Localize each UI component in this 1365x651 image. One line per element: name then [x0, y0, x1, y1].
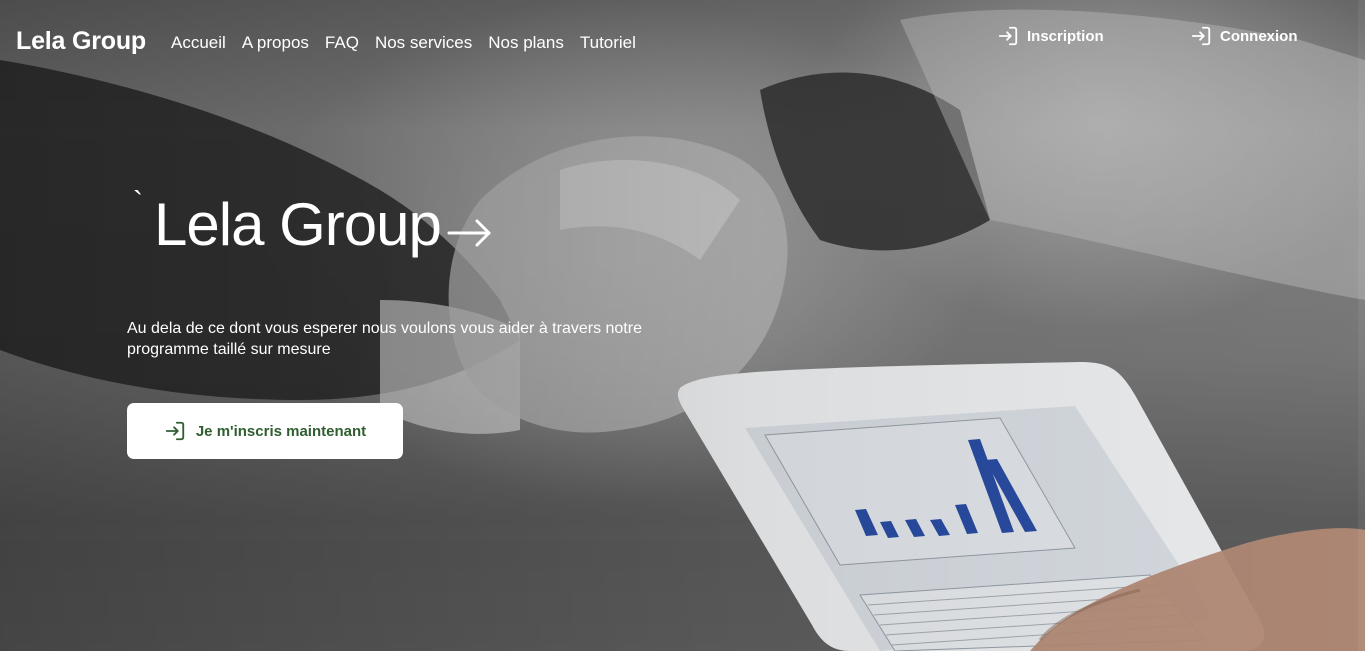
- hero-title-text: Lela Group: [154, 191, 442, 258]
- signup-button[interactable]: Inscription: [997, 25, 1104, 47]
- main-nav: Accueil A propos FAQ Nos services Nos pl…: [171, 33, 636, 53]
- register-now-label: Je m'inscris maintenant: [195, 422, 367, 440]
- nav-link-nos-plans[interactable]: Nos plans: [488, 33, 564, 53]
- nav-link-nos-services[interactable]: Nos services: [375, 33, 472, 53]
- register-now-button[interactable]: Je m'inscris maintenant: [127, 403, 403, 459]
- arrow-right-icon: [447, 219, 491, 247]
- hero-title-tick: `: [133, 186, 143, 219]
- login-label: Connexion: [1220, 27, 1298, 45]
- nav-link-tutoriel[interactable]: Tutoriel: [580, 33, 636, 53]
- brand-logo[interactable]: Lela Group: [16, 27, 146, 56]
- hero-subtitle: Au dela de ce dont vous esperer nous vou…: [127, 320, 642, 358]
- nav-link-a-propos[interactable]: A propos: [242, 33, 309, 53]
- signup-label: Inscription: [1027, 27, 1104, 45]
- login-icon: [165, 421, 185, 441]
- login-icon: [998, 26, 1018, 46]
- nav-link-accueil[interactable]: Accueil: [171, 33, 226, 53]
- login-button[interactable]: Connexion: [1190, 25, 1298, 47]
- hero-title: ` Lela Group: [133, 186, 495, 259]
- nav-link-faq[interactable]: FAQ: [325, 33, 359, 53]
- login-icon: [1191, 26, 1211, 46]
- page-scrollbar[interactable]: [1358, 0, 1365, 651]
